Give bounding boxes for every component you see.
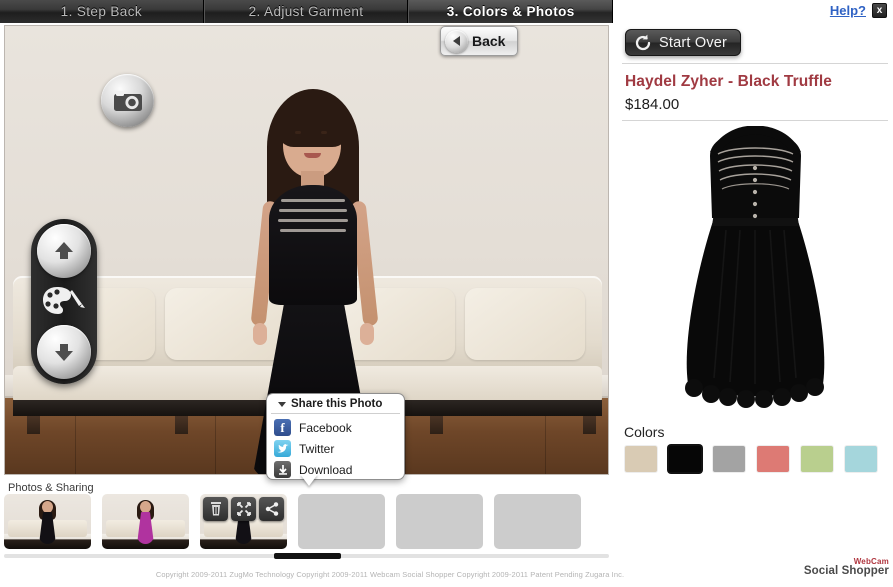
photos-sharing-label: Photos & Sharing [8, 482, 94, 494]
wss-logo: WebCam Social Shopper [804, 558, 889, 578]
delete-icon [210, 502, 221, 516]
back-button[interactable]: Back [440, 26, 518, 56]
product-name: Haydel Zyher - Black Truffle [625, 73, 832, 90]
colors-label: Colors [624, 424, 665, 440]
photo-thumbnail[interactable] [102, 494, 189, 549]
color-swatch-sage[interactable] [801, 446, 833, 472]
download-icon [274, 461, 291, 478]
share-item-download[interactable]: Download [267, 459, 404, 480]
tab-step-back[interactable]: 1. Step Back [0, 0, 204, 23]
photo-slot-empty[interactable] [298, 494, 385, 549]
wss-logo-bottom: Social Shopper [803, 565, 889, 577]
tab-adjust-garment-label: 2. Adjust Garment [248, 4, 364, 19]
photo-slot-empty[interactable] [396, 494, 483, 549]
chevron-down-icon [278, 401, 286, 407]
color-swatch-aqua[interactable] [845, 446, 877, 472]
share-item-twitter[interactable]: Twitter [267, 438, 404, 459]
color-swatch-coral[interactable] [757, 446, 789, 472]
photo-thumbnail-strip [4, 494, 609, 551]
share-item-twitter-label: Twitter [299, 441, 335, 456]
thumbnail-action-overlay [200, 494, 287, 549]
photo-slot-empty[interactable] [494, 494, 581, 549]
tab-step-back-label: 1. Step Back [60, 4, 143, 19]
camera-icon [113, 90, 142, 111]
model-mouth [304, 153, 321, 158]
tab-colors-photos[interactable]: 3. Colors & Photos [408, 0, 614, 23]
color-swatch-beige[interactable] [625, 446, 657, 472]
palette-icon [43, 287, 85, 314]
delete-icon-button[interactable] [203, 497, 228, 521]
color-swatch-black[interactable] [669, 446, 701, 472]
share-item-facebook-label: Facebook [299, 420, 352, 435]
garment-control-pod [31, 219, 97, 384]
webcam-social-shopper-app: 1. Step Back 2. Adjust Garment 3. Colors… [0, 0, 893, 587]
color-palette-button[interactable] [39, 281, 89, 321]
back-arrow-icon [445, 29, 468, 53]
tab-colors-photos-label: 3. Colors & Photos [446, 4, 575, 19]
virtual-garment-bodice [269, 185, 357, 305]
arrow-down-icon [55, 344, 73, 361]
copyright-text: Copyright 2009-2011 ZugMo Technology Cop… [155, 570, 625, 579]
share-icon [265, 502, 278, 516]
start-over-label: Start Over [659, 34, 728, 51]
color-swatch-list [625, 446, 877, 472]
product-image [618, 125, 893, 414]
photo-strip-scrollbar-thumb[interactable] [274, 553, 341, 559]
share-item-facebook[interactable]: f Facebook [267, 417, 404, 438]
step-tab-bar: 1. Step Back 2. Adjust Garment 3. Colors… [0, 0, 614, 23]
scale-up-button[interactable] [37, 224, 91, 278]
share-popup-title: Share this Photo [291, 398, 383, 410]
help-row: Help? x [830, 3, 887, 18]
photo-thumbnail-selected[interactable] [200, 494, 287, 549]
facebook-icon: f [274, 419, 291, 436]
share-popup-tail [300, 474, 318, 486]
product-panel: Help? x Start Over Haydel Zyher - Black … [618, 0, 893, 587]
close-icon[interactable]: x [872, 3, 887, 18]
couch-cushion [465, 288, 585, 360]
photo-thumbnail[interactable] [4, 494, 91, 549]
black-dress-image [685, 125, 825, 408]
start-over-button[interactable]: Start Over [625, 29, 742, 56]
back-button-label: Back [472, 33, 506, 49]
scale-down-button[interactable] [37, 325, 91, 379]
product-price: $184.00 [625, 96, 680, 113]
share-popup-header[interactable]: Share this Photo [271, 397, 400, 414]
share-icon-button[interactable] [259, 497, 284, 521]
expand-icon [236, 502, 251, 516]
help-link[interactable]: Help? [830, 3, 866, 18]
photo-strip-scrollbar[interactable] [4, 553, 609, 559]
camera-capture-button[interactable] [101, 74, 154, 127]
arrow-up-icon [55, 242, 73, 259]
tab-adjust-garment[interactable]: 2. Adjust Garment [203, 0, 409, 23]
refresh-icon [635, 34, 651, 50]
share-popup: Share this Photo f Facebook Twitter Down… [266, 393, 405, 480]
color-swatch-gray[interactable] [713, 446, 745, 472]
expand-icon-button[interactable] [231, 497, 256, 521]
twitter-icon [274, 440, 291, 457]
